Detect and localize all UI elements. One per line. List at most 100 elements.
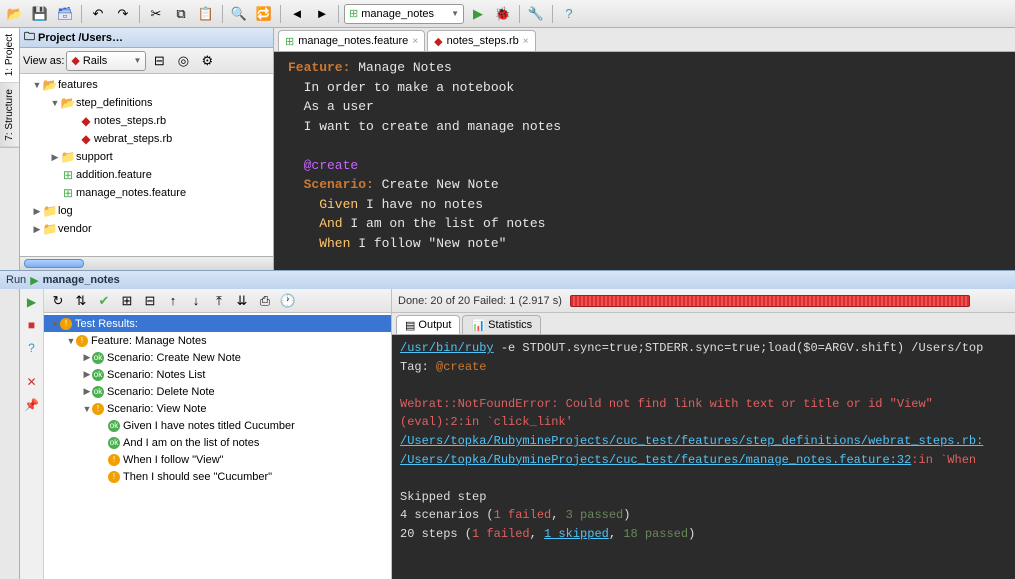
tree-file-manage-notes[interactable]: ⊞manage_notes.feature xyxy=(20,184,273,202)
results-scenario-list[interactable]: ▶okScenario: Notes List xyxy=(44,366,391,383)
open-icon[interactable]: 📂 xyxy=(4,3,26,25)
run-config-label: manage_notes xyxy=(361,8,434,20)
editor-tab-label: manage_notes.feature xyxy=(298,35,408,47)
locate-icon[interactable]: ◎ xyxy=(172,50,194,72)
folder-icon: 🗀 xyxy=(24,28,35,47)
expand-icon[interactable]: ⊞ xyxy=(116,290,138,312)
editor-area: ⊞ manage_notes.feature × ◆ notes_steps.r… xyxy=(274,28,1015,270)
chevron-down-icon: ▼ xyxy=(133,56,141,65)
results-step[interactable]: !When I follow "View" xyxy=(44,451,391,468)
forward-icon[interactable]: ► xyxy=(311,3,333,25)
run-left-gutter xyxy=(0,289,20,579)
cut-icon[interactable]: ✂ xyxy=(145,3,167,25)
next-icon[interactable]: ↓ xyxy=(185,290,207,312)
results-scenario-view[interactable]: ▼!Scenario: View Note xyxy=(44,400,391,417)
sidebar-tab-structure[interactable]: 7: Structure xyxy=(0,83,19,148)
output-panel: Done: 20 of 20 Failed: 1 (2.917 s) ▤Outp… xyxy=(392,289,1015,579)
tree-folder-features[interactable]: ▼features xyxy=(20,76,273,94)
view-as-value: Rails xyxy=(83,55,107,67)
tree-folder-support[interactable]: ▶support xyxy=(20,148,273,166)
code-editor[interactable]: Feature: Manage Notes In order to make a… xyxy=(274,52,1015,270)
debug-icon[interactable]: 🐞 xyxy=(492,3,514,25)
run-header-label: Run xyxy=(6,274,26,286)
settings-icon[interactable]: 🔧 xyxy=(525,3,547,25)
back-icon[interactable]: ◄ xyxy=(286,3,308,25)
console[interactable]: /usr/bin/ruby -e STDOUT.sync=true;STDERR… xyxy=(392,335,1015,579)
editor-tab-label: notes_steps.rb xyxy=(447,35,519,47)
results-step[interactable]: !Then I should see "Cucumber" xyxy=(44,468,391,485)
left-gutter: 1: Project 7: Structure xyxy=(0,28,20,270)
sidebar-tab-project[interactable]: 1: Project xyxy=(0,28,19,83)
replace-icon[interactable]: 🔁 xyxy=(253,3,275,25)
test-summary: Done: 20 of 20 Failed: 1 (2.917 s) xyxy=(398,295,562,307)
results-tree: ▼!Test Results: ▼!Feature: Manage Notes … xyxy=(44,313,391,579)
select-first-icon[interactable]: ⤒ xyxy=(208,290,230,312)
undo-icon[interactable]: ↶ xyxy=(87,3,109,25)
rerun-failed-icon[interactable]: ↻ xyxy=(47,290,69,312)
sort-icon[interactable]: ⇅ xyxy=(70,290,92,312)
chevron-down-icon: ▼ xyxy=(451,9,459,18)
run-config-combo[interactable]: ⊞ manage_notes ▼ xyxy=(344,4,464,24)
output-tab-statistics[interactable]: 📊Statistics xyxy=(462,315,541,334)
filter-passed-icon[interactable]: ✔ xyxy=(93,290,115,312)
output-tab-output[interactable]: ▤Output xyxy=(396,315,460,334)
help-icon[interactable]: ? xyxy=(558,3,580,25)
output-statusbar: Done: 20 of 20 Failed: 1 (2.917 s) xyxy=(392,289,1015,313)
run-header-config: manage_notes xyxy=(43,274,120,286)
results-step[interactable]: okGiven I have notes titled Cucumber xyxy=(44,417,391,434)
export-icon[interactable]: ⎙ xyxy=(254,290,276,312)
copy-icon[interactable]: ⧉ xyxy=(170,3,192,25)
editor-tab-notes-steps[interactable]: ◆ notes_steps.rb × xyxy=(427,30,535,51)
redo-icon[interactable]: ↷ xyxy=(112,3,134,25)
project-toolbar: View as: ◆ Rails ▼ ⊟ ◎ ⚙ xyxy=(20,48,273,74)
stats-icon: 📊 xyxy=(471,319,485,332)
project-scrollbar[interactable] xyxy=(20,256,273,270)
history-icon[interactable]: 🕐 xyxy=(277,290,299,312)
tree-folder-log[interactable]: ▶log xyxy=(20,202,273,220)
feature-icon: ⊞ xyxy=(285,35,294,48)
view-as-combo[interactable]: ◆ Rails ▼ xyxy=(66,51,146,71)
main-toolbar: 📂 💾 🗃 ↶ ↷ ✂ ⧉ 📋 🔍 🔁 ◄ ► ⊞ manage_notes ▼… xyxy=(0,0,1015,28)
paste-icon[interactable]: 📋 xyxy=(195,3,217,25)
project-panel: 🗀 Project /Users… View as: ◆ Rails ▼ ⊟ ◎… xyxy=(20,28,274,270)
collapse-icon[interactable]: ⊟ xyxy=(148,50,170,72)
pin-icon[interactable]: 📌 xyxy=(23,396,41,414)
test-progress-bar xyxy=(570,295,970,307)
close-icon[interactable]: × xyxy=(412,36,418,47)
find-icon[interactable]: 🔍 xyxy=(228,3,250,25)
run-icon[interactable]: ▶ xyxy=(467,3,489,25)
prev-icon[interactable]: ↑ xyxy=(162,290,184,312)
project-title: Project /Users… xyxy=(38,32,123,44)
results-scenario-create[interactable]: ▶okScenario: Create New Note xyxy=(44,349,391,366)
close-icon[interactable]: × xyxy=(523,36,529,47)
tree-folder-step-definitions[interactable]: ▼step_definitions xyxy=(20,94,273,112)
tree-file-notes-steps[interactable]: ◆notes_steps.rb xyxy=(20,112,273,130)
editor-tab-manage-notes[interactable]: ⊞ manage_notes.feature × xyxy=(278,30,425,51)
collapse-icon[interactable]: ⊟ xyxy=(139,290,161,312)
results-feature[interactable]: ▼!Feature: Manage Notes xyxy=(44,332,391,349)
results-scenario-delete[interactable]: ▶okScenario: Delete Note xyxy=(44,383,391,400)
close-icon[interactable]: ✕ xyxy=(23,373,41,391)
gear-icon[interactable]: ⚙ xyxy=(196,50,218,72)
run-panel: Run ▶ manage_notes ▶ ■ ? ✕ 📌 ↻ ⇅ ✔ ⊞ ⊟ ↑… xyxy=(0,270,1015,579)
rerun-icon[interactable]: ▶ xyxy=(23,293,41,311)
project-tree: ▼features ▼step_definitions ◆notes_steps… xyxy=(20,74,273,256)
tree-folder-vendor[interactable]: ▶vendor xyxy=(20,220,273,238)
save-all-icon[interactable]: 🗃 xyxy=(54,3,76,25)
play-icon: ▶ xyxy=(30,274,38,287)
project-panel-header: 🗀 Project /Users… xyxy=(20,28,273,48)
tree-file-webrat-steps[interactable]: ◆webrat_steps.rb xyxy=(20,130,273,148)
save-icon[interactable]: 💾 xyxy=(29,3,51,25)
output-icon: ▤ xyxy=(405,319,415,332)
output-tabs: ▤Output 📊Statistics xyxy=(392,313,1015,335)
tree-file-addition[interactable]: ⊞addition.feature xyxy=(20,166,273,184)
help-icon[interactable]: ? xyxy=(23,339,41,357)
stop-icon[interactable]: ■ xyxy=(23,316,41,334)
run-header: Run ▶ manage_notes xyxy=(0,271,1015,289)
results-root[interactable]: ▼!Test Results: xyxy=(44,315,391,332)
feature-icon: ⊞ xyxy=(349,7,358,20)
results-step[interactable]: okAnd I am on the list of notes xyxy=(44,434,391,451)
run-button-bar: ▶ ■ ? ✕ 📌 xyxy=(20,289,44,579)
autoscroll-icon[interactable]: ⇊ xyxy=(231,290,253,312)
results-toolbar: ↻ ⇅ ✔ ⊞ ⊟ ↑ ↓ ⤒ ⇊ ⎙ 🕐 xyxy=(44,289,391,313)
